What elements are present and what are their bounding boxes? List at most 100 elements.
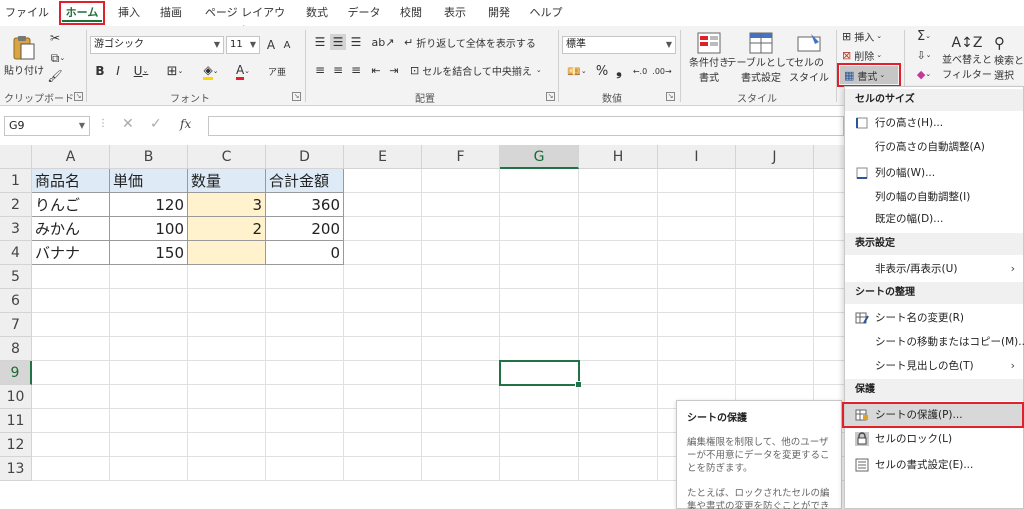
fill-button[interactable]: ⇩ ⌄ [912,47,936,63]
sort-filter-button[interactable]: A↕Z 並べ替えと フィルター [942,28,992,88]
cell[interactable] [188,337,266,361]
tab-help[interactable]: ヘルプ [526,4,566,22]
align-left-button[interactable]: ≡ [312,62,328,78]
cell[interactable] [422,433,500,457]
row-header-4[interactable]: 4 [0,241,32,265]
column-header-j[interactable]: J [736,145,814,169]
table-cell[interactable]: 0 [266,241,344,265]
delete-cells-button[interactable]: ⊠ 削除 ⌄ [842,47,894,63]
row-header-11[interactable]: 11 [0,409,32,433]
name-box[interactable]: G9 ▼ [4,116,90,136]
cell[interactable] [579,241,658,265]
cell[interactable] [344,433,422,457]
tab-data[interactable]: データ [344,4,384,22]
cell[interactable] [658,193,736,217]
phonetic-button[interactable]: ア亜 [264,62,290,80]
cell[interactable] [110,409,188,433]
cell[interactable] [422,385,500,409]
cell[interactable] [736,265,814,289]
table-cell[interactable]: バナナ [32,241,110,265]
cell-styles-button[interactable]: セルの スタイル [788,30,830,86]
cell[interactable] [736,241,814,265]
cell[interactable] [266,265,344,289]
cell[interactable] [422,193,500,217]
cell[interactable] [188,457,266,481]
row-header-8[interactable]: 8 [0,337,32,361]
cell[interactable] [579,433,658,457]
increase-font-button[interactable]: A [264,36,278,54]
cell[interactable] [110,337,188,361]
cell[interactable] [344,217,422,241]
cell[interactable] [814,217,844,241]
cell[interactable] [814,337,844,361]
font-launcher[interactable]: ↘ [292,92,301,101]
cell[interactable] [344,265,422,289]
cell[interactable] [579,385,658,409]
find-select-button[interactable]: ⚲ 検索と 選択 [994,28,1024,88]
cell[interactable] [266,337,344,361]
cell[interactable] [658,241,736,265]
row-header-9[interactable]: 9 [0,361,32,385]
cell[interactable] [500,433,579,457]
cell[interactable] [579,217,658,241]
cell[interactable] [500,457,579,481]
cell[interactable] [32,433,110,457]
cell[interactable] [814,241,844,265]
percent-button[interactable]: % [594,62,610,80]
cell[interactable] [422,313,500,337]
tab-developer[interactable]: 開発 [482,4,516,22]
cell[interactable] [32,385,110,409]
cell[interactable] [266,361,344,385]
format-painter-button[interactable]: 🖌 [46,68,64,84]
paste-button[interactable]: 貼り付け [4,30,44,80]
table-cell[interactable]: 3 [188,193,266,217]
cell[interactable] [500,169,579,193]
cell[interactable] [579,313,658,337]
menu-item-autofit-column[interactable]: 列の幅の自動調整(I) [845,185,1023,209]
table-header-cell[interactable]: 数量 [188,169,266,193]
clear-button[interactable]: ◆ ⌄ [912,66,936,82]
cell[interactable] [266,385,344,409]
cell[interactable] [579,409,658,433]
cell[interactable] [422,169,500,193]
cell[interactable] [500,265,579,289]
cell[interactable] [500,313,579,337]
row-header-12[interactable]: 12 [0,433,32,457]
tab-draw[interactable]: 描画 [154,4,188,22]
font-name-select[interactable]: 游ゴシック ▼ [90,36,224,54]
cell[interactable] [32,409,110,433]
column-header-h[interactable]: H [579,145,658,169]
row-header-5[interactable]: 5 [0,265,32,289]
fill-color-button[interactable]: ◈ ⌄ [198,62,224,80]
cell[interactable] [814,169,844,193]
menu-item-tab-color[interactable]: シート見出しの色(T) › [845,354,1023,378]
cell[interactable] [110,433,188,457]
table-header-cell[interactable]: 商品名 [32,169,110,193]
cell[interactable] [344,289,422,313]
enter-icon[interactable]: ✓ [150,116,162,132]
align-top-button[interactable]: ☰ [312,34,328,50]
cell[interactable] [32,457,110,481]
orientation-button[interactable]: ab↗ [370,34,396,50]
row-header-10[interactable]: 10 [0,385,32,409]
table-header-cell[interactable]: 単価 [110,169,188,193]
cell[interactable] [422,217,500,241]
cell[interactable] [658,217,736,241]
cancel-icon[interactable]: ✕ [122,116,134,132]
cell[interactable] [188,409,266,433]
cell[interactable] [110,313,188,337]
cell[interactable] [814,265,844,289]
cell[interactable] [32,265,110,289]
menu-item-default-width[interactable]: 既定の幅(D)... [845,207,1023,231]
alignment-launcher[interactable]: ↘ [546,92,555,101]
cell[interactable] [814,289,844,313]
cell[interactable] [422,337,500,361]
insert-function-icon[interactable]: fx [180,117,191,131]
table-cell[interactable]: 120 [110,193,188,217]
align-middle-button[interactable]: ☰ [330,34,346,50]
cell[interactable] [266,457,344,481]
cell[interactable] [736,313,814,337]
currency-button[interactable]: 💴 ⌄ [564,62,590,80]
cell[interactable] [579,169,658,193]
column-header-c[interactable]: C [188,145,266,169]
